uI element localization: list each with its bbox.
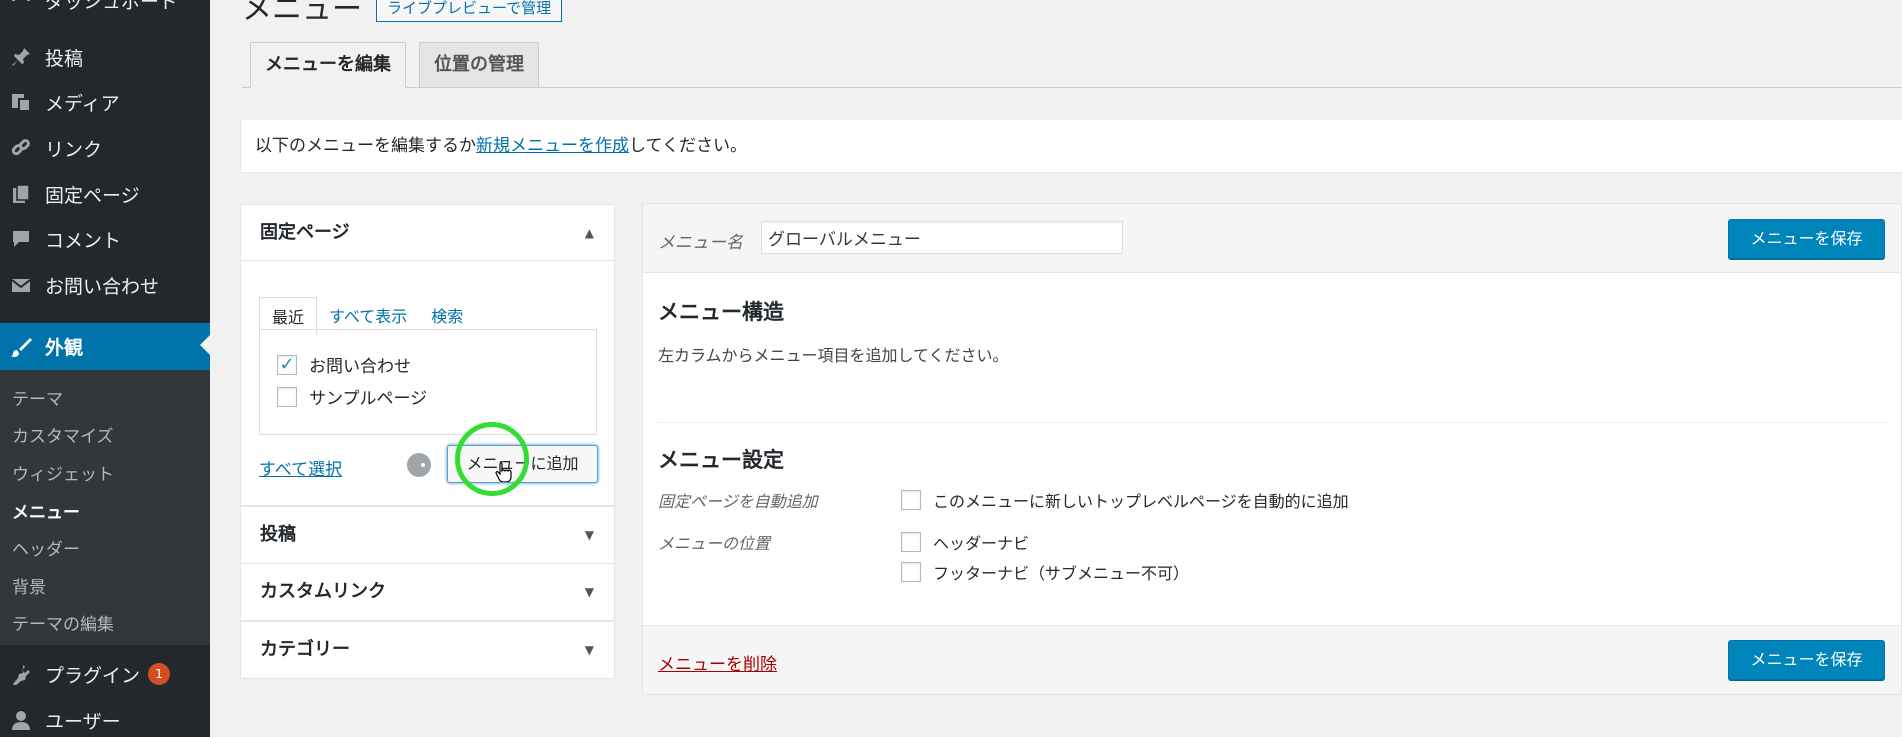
sidebar-item-label: 投稿	[45, 47, 84, 70]
sidebar-item-media[interactable]: メディア	[0, 80, 210, 124]
pin-icon	[9, 45, 33, 69]
pages-icon	[9, 182, 33, 206]
submenu-item-widgets[interactable]: ウィジェット	[12, 460, 114, 485]
auto-add-option: このメニューに新しいトップレベルページを自動的に追加	[901, 488, 1349, 512]
sidebar-item-comments[interactable]: コメント	[0, 217, 210, 261]
add-to-menu-button[interactable]: メニューに追加	[447, 445, 598, 483]
submenu-item-menus[interactable]: メニュー	[12, 498, 80, 523]
appearance-submenu: テーマ カスタマイズ ウィジェット メニュー ヘッダー 背景 テーマの編集	[0, 370, 210, 645]
menu-settings-title: メニュー設定	[658, 448, 784, 472]
menu-editor: メニュー名 メニューを保存 メニュー構造 左カラムからメニュー項目を追加してくだ…	[642, 203, 1902, 695]
menu-location-label: メニューの位置	[658, 534, 771, 553]
posts-panel: 投稿 ▼	[240, 506, 615, 564]
brush-icon	[9, 335, 33, 359]
categories-panel: カテゴリー ▼	[240, 621, 615, 679]
sidebar-item-plugins[interactable]: プラグイン 1	[0, 652, 210, 696]
sidebar-item-label: ユーザー	[45, 710, 121, 733]
custom-links-panel-header[interactable]: カスタムリンク ▼	[241, 564, 614, 620]
sidebar-item-links[interactable]: リンク	[0, 126, 210, 170]
page-item-sample: サンプルページ	[277, 384, 427, 409]
location-option-footer: フッターナビ（サブメニュー不可）	[901, 560, 1189, 584]
page-title: メニュー	[242, 0, 362, 27]
mail-icon	[9, 273, 33, 297]
delete-menu-link[interactable]: メニューを削除	[658, 650, 777, 675]
page-item-contact: ✓ お問い合わせ	[277, 352, 411, 377]
sidebar-item-appearance[interactable]: 外観	[0, 323, 210, 370]
menu-structure-title: メニュー構造	[658, 300, 784, 324]
submenu-item-theme-editor[interactable]: テーマの編集	[12, 610, 114, 635]
expand-arrow-icon: ▼	[584, 528, 594, 542]
page-item-label: サンプルページ	[309, 389, 428, 409]
location-option-label: ヘッダーナビ	[933, 534, 1030, 553]
save-menu-button-top[interactable]: メニューを保存	[1728, 219, 1885, 259]
sidebar-item-contact[interactable]: お問い合わせ	[0, 263, 210, 307]
location-checkbox-header[interactable]	[901, 532, 921, 552]
expand-arrow-icon: ▼	[584, 643, 594, 657]
auto-add-label: 固定ページを自動追加	[658, 492, 818, 511]
plugin-icon	[9, 662, 33, 686]
menu-editor-footer: メニューを削除 メニューを保存	[643, 625, 1901, 694]
sidebar-item-label: プラグイン	[45, 664, 141, 687]
sidebar-item-label: コメント	[45, 229, 122, 252]
auto-add-option-label: このメニューに新しいトップレベルページを自動的に追加	[933, 492, 1349, 511]
tab-manage-locations[interactable]: 位置の管理	[419, 42, 539, 88]
location-option-label: フッターナビ（サブメニュー不可）	[933, 564, 1190, 583]
sidebar-item-users[interactable]: ユーザー	[0, 698, 210, 737]
submenu-item-header[interactable]: ヘッダー	[12, 535, 80, 560]
pages-panel: 固定ページ ▲ 最近 すべて表示 検索 ✓ お問い合わせ サンプルページ すべて…	[240, 204, 615, 506]
media-icon	[9, 90, 33, 114]
create-new-menu-link[interactable]: 新規メニューを作成	[476, 136, 629, 156]
select-all-link[interactable]: すべて選択	[259, 455, 342, 480]
admin-sidebar: ダッシュボード 投稿 メディア リンク 固定ページ コメント お問い合わせ 外観…	[0, 0, 210, 737]
hand-cursor-icon	[495, 461, 512, 482]
sidebar-item-label: ダッシュボード	[45, 0, 179, 13]
page-checkbox-sample[interactable]	[277, 386, 297, 407]
submenu-item-themes[interactable]: テーマ	[12, 385, 63, 410]
loading-spinner-icon	[407, 453, 431, 477]
sidebar-item-dashboard[interactable]: ダッシュボード	[0, 0, 210, 22]
collapse-arrow-icon: ▲	[584, 226, 594, 240]
comment-icon	[9, 227, 33, 251]
notice-bar: 以下のメニューを編集するか新規メニューを作成してください。	[240, 120, 1902, 172]
update-count-badge: 1	[148, 663, 171, 685]
notice-text-after: してください。	[629, 136, 747, 156]
tab-edit-menus[interactable]: メニューを編集	[250, 42, 406, 88]
menu-name-label: メニュー名	[658, 233, 743, 253]
auto-add-checkbox[interactable]	[901, 490, 921, 510]
link-icon	[9, 136, 33, 160]
section-divider	[658, 422, 1888, 423]
live-preview-button[interactable]: ライブプレビューで管理	[376, 0, 563, 22]
dashboard-icon	[9, 0, 33, 12]
sidebar-item-pages[interactable]: 固定ページ	[0, 172, 210, 216]
sidebar-item-label: 外観	[45, 337, 84, 359]
submenu-item-customize[interactable]: カスタマイズ	[12, 422, 114, 447]
pages-panel-title: 固定ページ	[260, 222, 350, 243]
expand-arrow-icon: ▼	[584, 585, 594, 599]
sidebar-item-label: メディア	[45, 92, 120, 115]
page-checkbox-contact[interactable]: ✓	[277, 354, 297, 375]
user-icon	[9, 708, 33, 732]
sidebar-item-posts[interactable]: 投稿	[0, 35, 210, 79]
page-item-label: お問い合わせ	[309, 357, 411, 377]
submenu-item-background[interactable]: 背景	[12, 573, 46, 598]
menu-structure-desc: 左カラムからメニュー項目を追加してください。	[658, 346, 1009, 365]
custom-links-panel: カスタムリンク ▼	[240, 563, 615, 621]
categories-panel-title: カテゴリー	[260, 639, 350, 660]
sidebar-item-label: リンク	[45, 138, 103, 161]
custom-links-panel-title: カスタムリンク	[260, 581, 386, 602]
save-menu-button-bottom[interactable]: メニューを保存	[1728, 640, 1885, 680]
menu-name-input[interactable]	[761, 221, 1123, 254]
categories-panel-header[interactable]: カテゴリー ▼	[241, 622, 614, 678]
location-checkbox-footer[interactable]	[901, 562, 921, 582]
posts-panel-header[interactable]: 投稿 ▼	[241, 507, 614, 563]
pages-list: ✓ お問い合わせ サンプルページ	[259, 329, 597, 435]
notice-text-before: 以下のメニューを編集するか	[255, 136, 476, 156]
sidebar-item-label: 固定ページ	[45, 184, 140, 207]
location-option-header: ヘッダーナビ	[901, 530, 1029, 554]
pages-panel-header[interactable]: 固定ページ ▲	[241, 205, 614, 261]
posts-panel-title: 投稿	[260, 524, 296, 545]
sidebar-item-label: お問い合わせ	[45, 275, 160, 298]
menu-editor-header: メニュー名 メニューを保存	[643, 204, 1901, 273]
